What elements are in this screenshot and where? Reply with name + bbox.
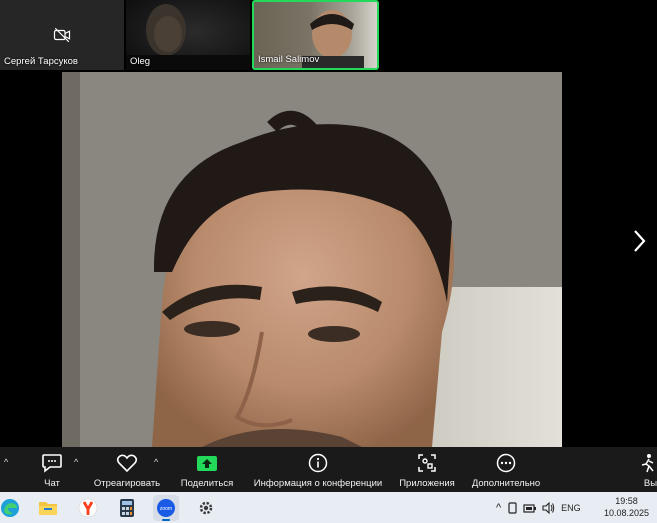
- system-tray: ^ ENG: [496, 492, 581, 523]
- language-indicator[interactable]: ENG: [561, 503, 581, 513]
- participant-strip: Сергей Тарсуков Oleg Ismail Salimov: [0, 0, 657, 72]
- share-label: Поделиться: [180, 478, 234, 489]
- show-hidden-icons-icon[interactable]: ^: [496, 502, 501, 514]
- caret-up-icon[interactable]: ^: [154, 457, 158, 467]
- apps-button[interactable]: Приложения: [396, 447, 458, 492]
- edge-taskbar-button[interactable]: [0, 495, 23, 521]
- battery-icon[interactable]: [523, 502, 537, 514]
- more-button[interactable]: Дополнительно: [468, 447, 544, 492]
- react-label: Отреагировать: [93, 478, 161, 489]
- camera-off-icon: [53, 27, 71, 43]
- volume-icon[interactable]: [542, 501, 555, 514]
- meeting-info-button[interactable]: Информация о конференции: [250, 447, 386, 492]
- calculator-icon: [120, 499, 134, 517]
- chat-label: Чат: [44, 478, 60, 489]
- participant-name: Oleg: [130, 56, 151, 67]
- windows-taskbar: zoom ^ ENG 19:58 10.08.2025: [0, 492, 657, 523]
- main-video-area: [0, 72, 657, 447]
- more-icon: [496, 453, 516, 473]
- settings-taskbar-button[interactable]: [193, 495, 219, 521]
- chat-button[interactable]: Чат: [36, 447, 68, 492]
- clock-time: 19:58: [615, 496, 638, 506]
- file-explorer-icon: [39, 502, 57, 515]
- info-icon: [308, 453, 328, 473]
- active-speaker-video: [62, 72, 562, 447]
- caret-up-icon[interactable]: ^: [4, 457, 8, 467]
- file-explorer-taskbar-button[interactable]: [35, 495, 61, 521]
- share-screen-icon: [197, 456, 217, 471]
- zoom-icon: zoom: [157, 499, 175, 517]
- leave-icon: [641, 454, 654, 473]
- react-button[interactable]: Отреагировать: [92, 447, 162, 492]
- zoom-icon-label: zoom: [160, 506, 172, 512]
- share-button[interactable]: Поделиться: [178, 447, 236, 492]
- leave-button[interactable]: Вы: [638, 447, 657, 492]
- yandex-browser-icon: [78, 498, 98, 518]
- edge-icon: [1, 499, 19, 517]
- leave-label: Вы: [643, 478, 657, 489]
- zoom-taskbar-button[interactable]: zoom: [153, 495, 179, 521]
- device-icon[interactable]: [508, 501, 518, 514]
- speaker-video-frame: [62, 72, 562, 447]
- chat-icon: [42, 454, 62, 473]
- settings-icon: [199, 501, 213, 515]
- clock-date: 10.08.2025: [603, 508, 649, 518]
- next-page-arrow-icon[interactable]: [629, 227, 649, 255]
- participant-name: Ismail Salimov: [258, 54, 320, 65]
- heart-icon: [116, 454, 138, 473]
- more-label: Дополнительно: [471, 478, 541, 489]
- yandex-browser-taskbar-button[interactable]: [75, 495, 101, 521]
- apps-icon: [418, 454, 436, 472]
- participant-name: Сергей Тарсуков: [4, 56, 78, 67]
- meeting-toolbar: ^ Чат ^ Отреагировать ^ Поделиться Инфор…: [0, 447, 657, 492]
- meeting-info-label: Информация о конференции: [253, 478, 383, 489]
- participant-tile-active-speaker[interactable]: Ismail Salimov: [252, 0, 379, 70]
- apps-label: Приложения: [399, 478, 455, 489]
- caret-up-icon[interactable]: ^: [74, 457, 78, 467]
- system-clock[interactable]: 19:58 10.08.2025: [604, 495, 649, 519]
- calculator-taskbar-button[interactable]: [114, 495, 140, 521]
- participant-tile[interactable]: Oleg: [126, 0, 250, 70]
- participant-tile[interactable]: Сергей Тарсуков: [0, 0, 124, 70]
